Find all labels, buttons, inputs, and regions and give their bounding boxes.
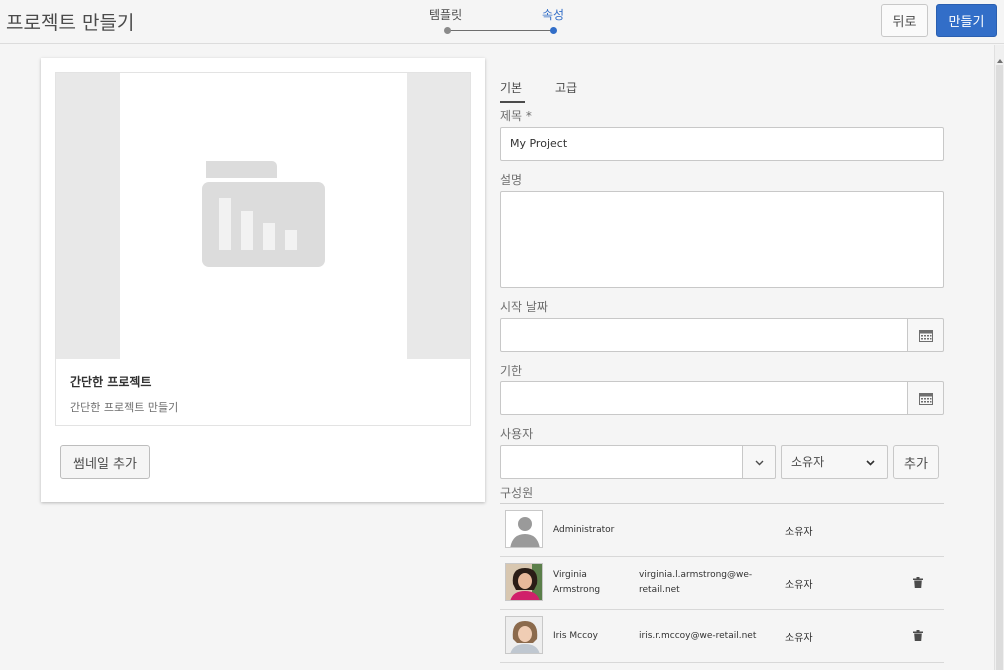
start-date-label: 시작 날짜 (500, 300, 548, 314)
member-email: iris.r.mccoy@we-retail.net (639, 631, 757, 641)
tab-basic[interactable]: 기본 (500, 79, 522, 96)
tab-advanced[interactable]: 고급 (555, 79, 577, 96)
placeholder-person-icon (506, 511, 542, 547)
member-name: Iris Mccoy (553, 631, 598, 641)
member-row: Administrator 소유자 (500, 504, 944, 557)
members-label: 구성원 (500, 486, 534, 500)
photo-woman-light-hair (506, 617, 542, 653)
wizard-stepper: 템플릿 속성 (420, 6, 600, 40)
create-button[interactable]: 만들기 (936, 4, 997, 37)
thumbnail-canvas (120, 73, 407, 359)
template-card: 간단한 프로젝트 간단한 프로젝트 만들기 썸네일 추가 (41, 58, 485, 502)
member-role: 소유자 (785, 633, 813, 644)
template-thumbnail (56, 73, 470, 359)
start-date-input[interactable] (500, 318, 908, 352)
calendar-icon (919, 393, 933, 405)
template-preview: 간단한 프로젝트 간단한 프로젝트 만들기 (55, 72, 471, 426)
template-description: 간단한 프로젝트 만들기 (70, 401, 179, 414)
add-thumbnail-button[interactable]: 썸네일 추가 (60, 445, 150, 479)
role-select[interactable]: 소유자 (781, 445, 888, 479)
step-properties-label: 속성 (542, 8, 565, 22)
stepper-line (450, 30, 552, 31)
vertical-scrollbar[interactable] (994, 45, 1004, 670)
due-date-picker-button[interactable] (907, 381, 944, 415)
step-properties-dot (550, 27, 557, 34)
description-textarea[interactable] (500, 191, 944, 288)
avatar (505, 510, 543, 548)
calendar-icon (919, 330, 933, 342)
avatar (505, 616, 543, 654)
header-bar: 프로젝트 만들기 템플릿 속성 뒤로 만들기 (0, 0, 1004, 44)
photo-woman-dark-hair (506, 564, 542, 600)
trash-icon[interactable] (913, 577, 923, 588)
scroll-thumb[interactable] (996, 65, 1003, 670)
due-date-input[interactable] (500, 381, 908, 415)
page-title: 프로젝트 만들기 (6, 12, 135, 34)
user-autocomplete-input[interactable] (500, 445, 743, 479)
description-label: 설명 (500, 173, 523, 187)
role-select-value: 소유자 (791, 455, 825, 469)
member-role: 소유자 (785, 527, 813, 538)
start-date-picker-button[interactable] (907, 318, 944, 352)
scroll-up-arrow-icon[interactable] (997, 59, 1003, 63)
chevron-down-icon (755, 460, 764, 466)
step-template-dot[interactable] (444, 27, 451, 34)
member-role: 소유자 (785, 580, 813, 591)
trash-icon[interactable] (913, 630, 923, 641)
active-tab-indicator (500, 101, 525, 103)
member-email: virginia.l.armstrong@we-retail.net (639, 570, 753, 595)
due-date-label: 기한 (500, 364, 523, 378)
step-template-label[interactable]: 템플릿 (429, 6, 462, 23)
avatar (505, 563, 543, 601)
title-label: 제목 * (500, 109, 532, 123)
title-input[interactable]: My Project (500, 127, 944, 161)
user-dropdown-button[interactable] (742, 445, 776, 479)
project-folder-icon (202, 161, 325, 267)
add-member-button[interactable]: 추가 (893, 445, 939, 479)
user-label: 사용자 (500, 427, 534, 441)
member-name: Administrator (553, 525, 615, 535)
member-name: Virginia Armstrong (553, 570, 601, 595)
chevron-down-icon (866, 460, 875, 466)
member-row: Iris Mccoy iris.r.mccoy@we-retail.net 소유… (500, 610, 944, 663)
back-button[interactable]: 뒤로 (881, 4, 928, 37)
template-title: 간단한 프로젝트 (70, 375, 152, 389)
member-row: Virginia Armstrong virginia.l.armstrong@… (500, 557, 944, 610)
